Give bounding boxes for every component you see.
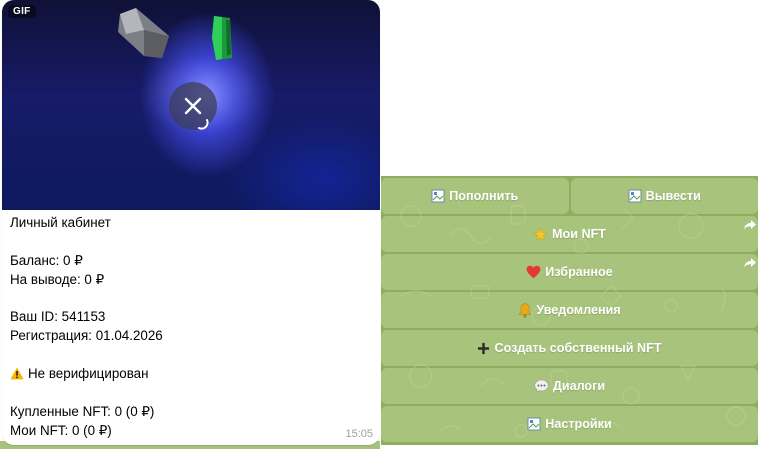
withdraw-row: На выводе: 0 ₽: [10, 271, 372, 290]
withdraw-value: 0 ₽: [84, 271, 105, 287]
star-icon: [533, 226, 548, 241]
bought-nft-value: 0 (0 ₽): [114, 403, 155, 419]
balance-label: Баланс:: [10, 252, 60, 268]
share-arrow-icon: [744, 258, 756, 268]
broken-image-icon: [628, 189, 642, 203]
gif-media[interactable]: GIF: [2, 0, 380, 210]
loading-spinner-icon: [198, 119, 209, 130]
dialogs-button[interactable]: Диалоги: [381, 368, 758, 404]
inline-keyboard: Пополнить Вывести Мои NFT Избранное Увед…: [381, 176, 758, 445]
withdraw-label: На выводе:: [10, 271, 81, 287]
message-title: Личный кабинет: [10, 215, 111, 230]
keyboard-row-4: Уведомления: [381, 292, 758, 328]
message-time: 15:05: [345, 428, 373, 440]
balance-row: Баланс: 0 ₽: [10, 252, 372, 271]
dialogs-label: Диалоги: [552, 379, 606, 393]
withdraw-button[interactable]: Вывести: [570, 178, 758, 214]
registration-date: Регистрация: 01.04.2026: [10, 328, 163, 344]
create-nft-label: Создать собственный NFT: [494, 341, 662, 355]
plus-icon: [478, 342, 490, 354]
keyboard-row-1: Пополнить Вывести: [381, 178, 758, 214]
gray-gem-icon: [118, 8, 169, 58]
keyboard-row-2: Мои NFT: [381, 216, 758, 252]
topup-button[interactable]: Пополнить: [381, 178, 569, 214]
balance-value: 0 ₽: [63, 252, 83, 268]
warning-icon: [10, 367, 24, 380]
settings-label: Настройки: [545, 417, 612, 431]
my-nft-value: 0 (0 ₽): [71, 422, 112, 438]
keyboard-row-5: Создать собственный NFT: [381, 330, 758, 366]
my-nft-button-label: Мои NFT: [552, 227, 606, 241]
gif-badge: GIF: [8, 5, 36, 18]
verification-row: Не верифицирован: [10, 365, 372, 384]
message-bubble: GIF Личный кабинет Баланс: 0 ₽ На выводе…: [2, 0, 380, 445]
my-nft-row: Мои NFT: 0 (0 ₽): [10, 422, 372, 441]
keyboard-row-7: Настройки: [381, 406, 758, 442]
green-gem-icon: [212, 16, 232, 60]
bell-icon: [519, 302, 532, 318]
favorites-button[interactable]: Избранное: [381, 254, 758, 290]
share-arrow-icon: [744, 220, 756, 230]
keyboard-row-3: Избранное: [381, 254, 758, 290]
verification-status: Не верифицирован: [28, 366, 149, 382]
topup-label: Пополнить: [449, 189, 519, 203]
cancel-download-button[interactable]: [169, 82, 217, 130]
heart-icon: [526, 265, 541, 279]
my-nft-label: Мои NFT:: [10, 422, 69, 438]
bought-nft-row: Купленные NFT: 0 (0 ₽): [10, 403, 372, 422]
my-nft-button[interactable]: Мои NFT: [381, 216, 758, 252]
notifications-label: Уведомления: [536, 303, 621, 317]
bought-nft-label: Купленные NFT:: [10, 403, 111, 419]
message-text: Личный кабинет Баланс: 0 ₽ На выводе: 0 …: [10, 214, 372, 441]
create-nft-button[interactable]: Создать собственный NFT: [381, 330, 758, 366]
settings-button[interactable]: Настройки: [381, 406, 758, 442]
favorites-label: Избранное: [545, 265, 613, 279]
keyboard-row-6: Диалоги: [381, 368, 758, 404]
user-id: Ваш ID: 541153: [10, 309, 106, 325]
withdraw-button-label: Вывести: [645, 189, 701, 203]
close-icon: [184, 97, 202, 115]
broken-image-icon: [431, 189, 445, 203]
speech-bubble-icon: [534, 379, 549, 393]
broken-image-icon: [527, 417, 541, 431]
notifications-button[interactable]: Уведомления: [381, 292, 758, 328]
